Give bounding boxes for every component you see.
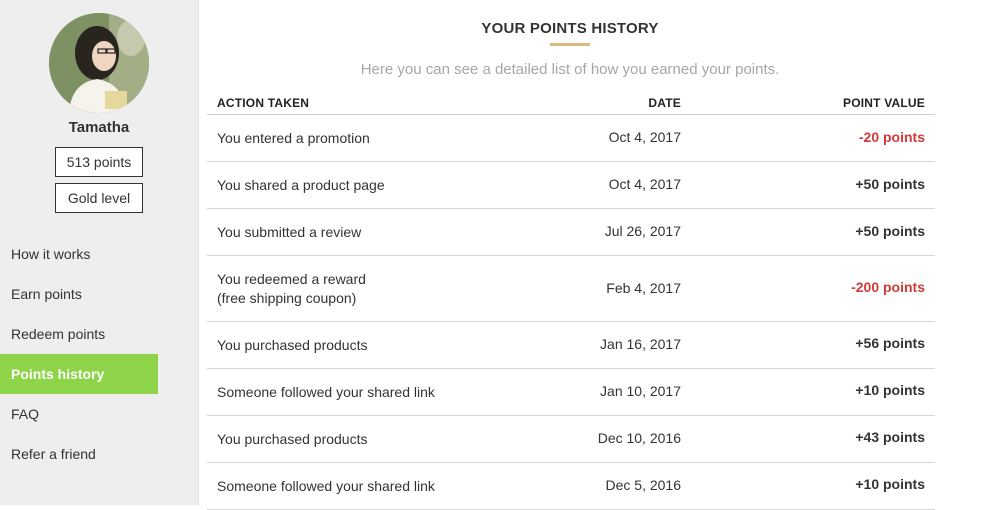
main-content: YOUR POINTS HISTORY Here you can see a d… — [199, 0, 988, 510]
table-row: You submitted a review Jul 26, 2017 +50 … — [207, 209, 935, 256]
sidebar: Tamatha 513 points Gold level How it wor… — [0, 0, 199, 505]
row-action: You shared a product page — [217, 177, 385, 193]
nav-item-points-history[interactable]: Points history — [0, 354, 158, 394]
nav-item-how-it-works[interactable]: How it works — [0, 234, 158, 274]
row-point-value: -20 points — [858, 129, 925, 145]
column-header-action: ACTION TAKEN — [217, 96, 310, 110]
row-action-detail: (free shipping coupon) — [217, 290, 357, 306]
row-date: Jan 16, 2017 — [600, 336, 681, 352]
nav-item-redeem-points[interactable]: Redeem points — [0, 314, 158, 354]
table-row: You redeemed a reward (free shipping cou… — [207, 256, 935, 322]
row-action: You entered a promotion — [217, 130, 370, 146]
title-underline — [550, 43, 590, 46]
row-action: You purchased products — [217, 337, 368, 353]
nav-item-refer-a-friend[interactable]: Refer a friend — [0, 434, 158, 474]
user-name: Tamatha — [68, 119, 130, 136]
row-date: Dec 5, 2016 — [605, 477, 682, 493]
row-date: Oct 4, 2017 — [608, 176, 681, 192]
table-header: ACTION TAKEN DATE POINT VALUE — [207, 92, 935, 115]
table-row: You shared a product page Oct 4, 2017 +5… — [207, 162, 935, 209]
row-action: Someone followed your shared link — [217, 478, 435, 494]
membership-level-badge: Gold level — [55, 183, 143, 213]
row-point-value: +10 points — [855, 382, 925, 398]
row-date: Jul 26, 2017 — [604, 223, 681, 239]
nav-item-earn-points[interactable]: Earn points — [0, 274, 158, 314]
avatar[interactable] — [49, 13, 149, 113]
row-date: Jan 10, 2017 — [600, 383, 681, 399]
row-action: You redeemed a reward — [217, 271, 366, 287]
table-row: Someone followed your shared link Jan 10… — [207, 369, 935, 416]
sidebar-nav: How it works Earn points Redeem points P… — [0, 234, 198, 474]
row-point-value: -200 points — [851, 279, 925, 295]
row-date: Dec 10, 2016 — [597, 430, 681, 446]
table-row: Someone followed your shared link Dec 5,… — [207, 463, 935, 510]
nav-item-faq[interactable]: FAQ — [0, 394, 158, 434]
row-point-value: +43 points — [855, 429, 925, 445]
row-point-value: +50 points — [855, 223, 925, 239]
row-date: Oct 4, 2017 — [608, 129, 681, 145]
row-date: Feb 4, 2017 — [606, 280, 681, 296]
row-point-value: +10 points — [855, 476, 925, 492]
row-action: You purchased products — [217, 431, 368, 447]
column-header-date: DATE — [648, 96, 681, 110]
row-point-value: +56 points — [855, 335, 925, 351]
points-balance-badge: 513 points — [55, 147, 143, 177]
points-history-table: ACTION TAKEN DATE POINT VALUE You entere… — [207, 92, 935, 510]
table-row: You entered a promotion Oct 4, 2017 -20 … — [207, 115, 935, 162]
row-action: You submitted a review — [217, 224, 362, 240]
table-row: You purchased products Dec 10, 2016 +43 … — [207, 416, 935, 463]
page-title: YOUR POINTS HISTORY — [481, 20, 659, 37]
table-row: You purchased products Jan 16, 2017 +56 … — [207, 322, 935, 369]
column-header-point-value: POINT VALUE — [843, 96, 925, 110]
page-subtitle: Here you can see a detailed list of how … — [360, 61, 780, 78]
row-action: Someone followed your shared link — [217, 384, 435, 400]
row-point-value: +50 points — [855, 176, 925, 192]
